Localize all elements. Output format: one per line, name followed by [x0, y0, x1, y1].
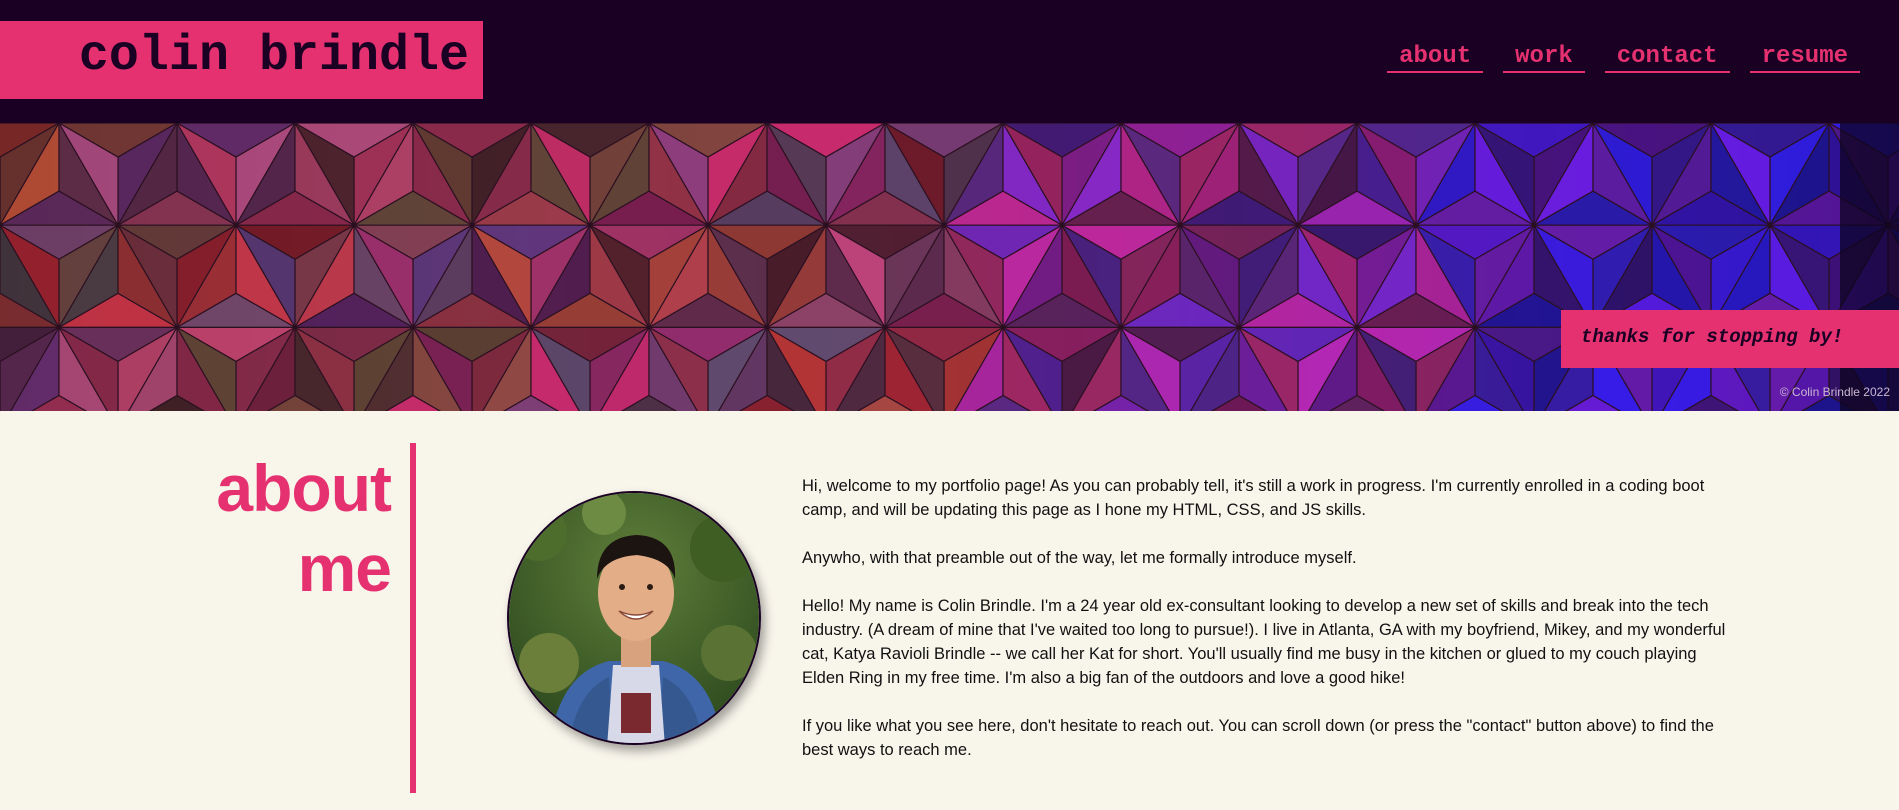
about-text: Hi, welcome to my portfolio page! As you… — [802, 474, 1742, 786]
copyright-text: © Colin Brindle 2022 — [1779, 385, 1890, 399]
nav-link-work[interactable]: work — [1503, 43, 1585, 73]
tagline-text: thanks for stopping by! — [1581, 326, 1844, 348]
about-paragraph-2: Anywho, with that preamble out of the wa… — [802, 549, 1357, 567]
nav-link-contact[interactable]: contact — [1604, 43, 1730, 73]
profile-photo-illustration — [509, 493, 759, 743]
profile-photo — [507, 491, 761, 745]
about-paragraph-1: Hi, welcome to my portfolio page! As you… — [802, 477, 1705, 519]
hero-banner: thanks for stopping by! © Colin Brindle … — [0, 123, 1899, 411]
about-divider — [410, 443, 416, 793]
main-nav: about work contact resume — [1387, 43, 1860, 73]
nav-link-resume[interactable]: resume — [1749, 43, 1860, 73]
site-header: colin brindle about work contact resume — [0, 0, 1899, 123]
about-paragraph-4: If you like what you see here, don't hes… — [802, 717, 1714, 759]
about-paragraph-3: Hello! My name is Colin Brindle. I'm a 2… — [802, 597, 1726, 687]
site-logo-text[interactable]: colin brindle — [79, 29, 469, 84]
logo-box[interactable]: colin brindle — [0, 21, 483, 99]
tagline-box: thanks for stopping by! — [1561, 310, 1899, 368]
nav-link-about[interactable]: about — [1387, 43, 1484, 73]
about-heading-line2: me — [297, 531, 392, 605]
about-heading-line1: about — [216, 451, 392, 525]
about-section: about me Hi, welcome to my portfolio pag… — [0, 411, 1899, 810]
about-heading: about me — [131, 448, 392, 608]
